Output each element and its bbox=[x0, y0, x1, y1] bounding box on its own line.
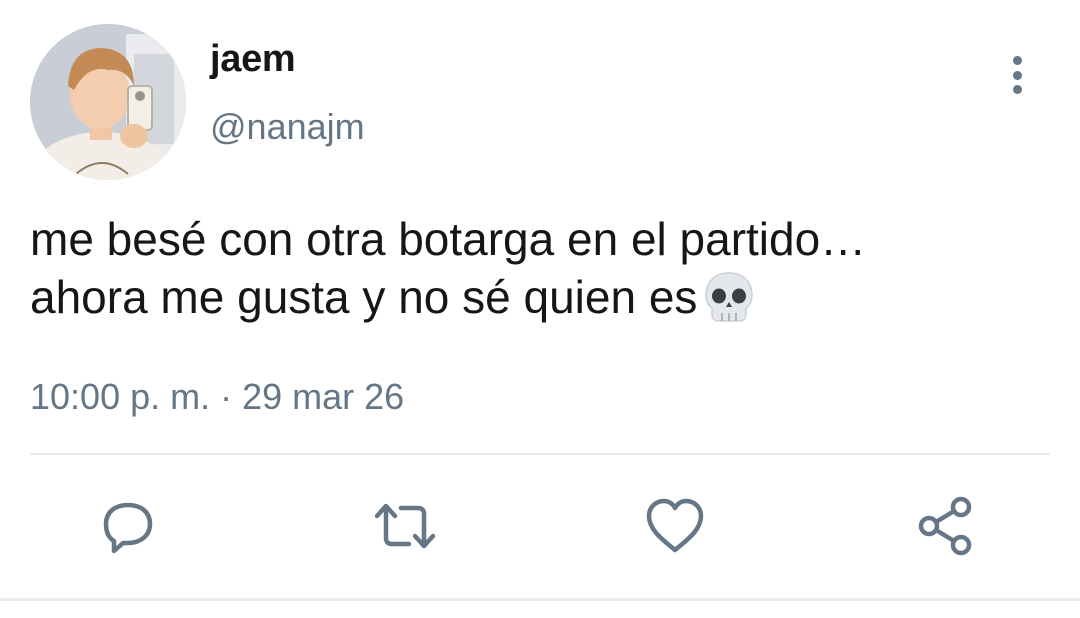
avatar-photo bbox=[30, 24, 186, 180]
divider bbox=[0, 598, 1080, 601]
tweet-timestamp[interactable]: 10:00 p. m. · 29 mar 26 bbox=[30, 376, 404, 418]
display-name[interactable]: jaem bbox=[210, 38, 296, 81]
divider bbox=[30, 453, 1050, 455]
share-button[interactable] bbox=[914, 494, 978, 558]
speech-bubble-icon bbox=[103, 502, 153, 554]
vertical-ellipsis-icon bbox=[1012, 56, 1022, 65]
tweet-text-line: ahora me gusta y no sé quien es bbox=[30, 271, 698, 323]
retweet-button[interactable] bbox=[373, 494, 437, 558]
share-nodes-icon bbox=[918, 496, 972, 556]
tweet-text: me besé con otra botarga en el partido… … bbox=[30, 210, 1030, 326]
username-handle[interactable]: @nanajm bbox=[210, 106, 365, 148]
like-button[interactable] bbox=[643, 494, 707, 558]
more-options-button[interactable] bbox=[996, 52, 1038, 98]
tweet-text-line: me besé con otra botarga en el partido… bbox=[30, 213, 867, 265]
heart-icon bbox=[646, 498, 704, 553]
retweet-arrows-icon bbox=[374, 503, 436, 549]
reply-button[interactable] bbox=[96, 494, 160, 558]
avatar[interactable] bbox=[30, 24, 186, 180]
skull-emoji-icon bbox=[699, 269, 759, 325]
